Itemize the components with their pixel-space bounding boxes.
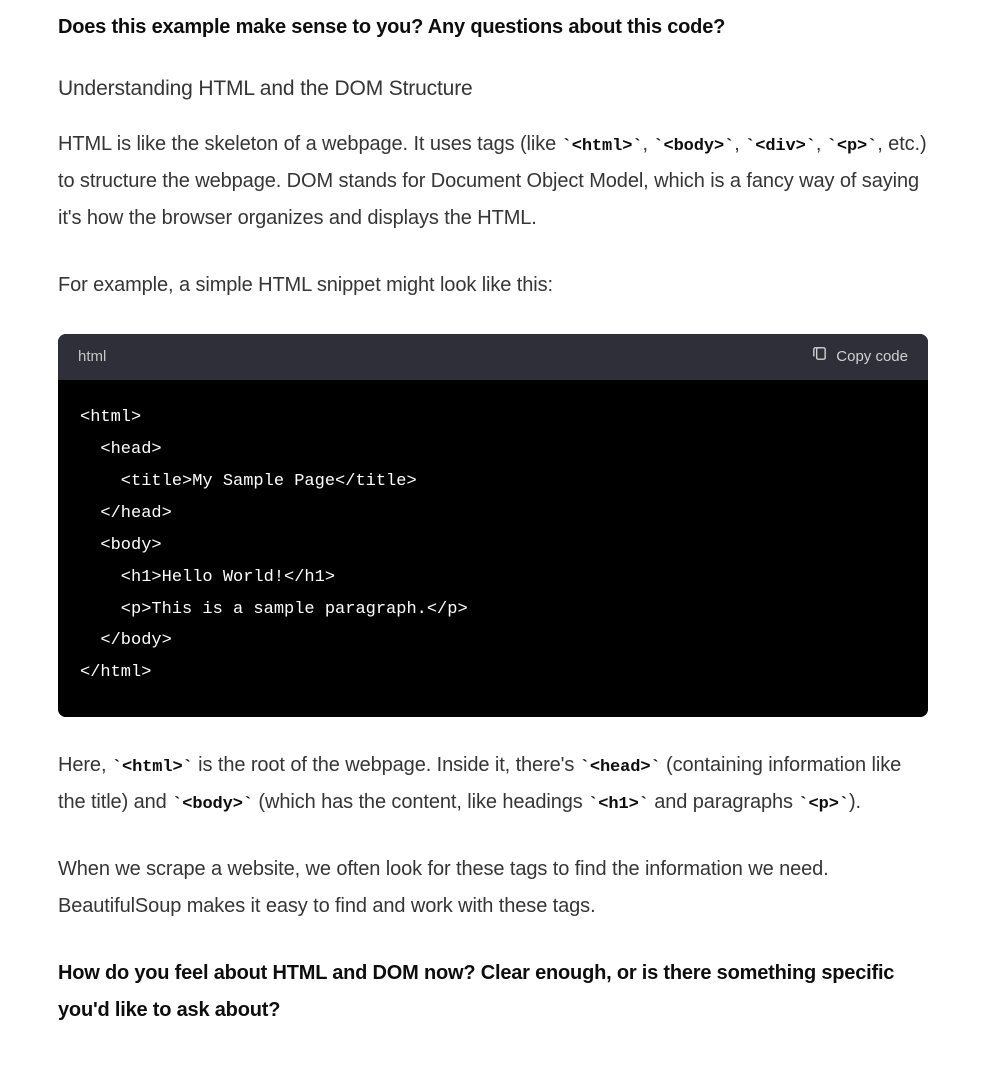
- code-language-label: html: [78, 345, 106, 368]
- inline-code-p: `<p>`: [798, 795, 849, 814]
- inline-code-html: `<html>`: [562, 137, 643, 156]
- comma: ,: [734, 133, 745, 155]
- code-block: html Copy code <html> <head> <title>My S…: [58, 334, 928, 718]
- para3-e: and paragraphs: [649, 791, 799, 813]
- code-block-content: <html> <head> <title>My Sample Page</tit…: [58, 380, 928, 718]
- paragraph-2: For example, a simple HTML snippet might…: [58, 267, 928, 304]
- section-subheading: Understanding HTML and the DOM Structure: [58, 73, 928, 106]
- inline-code-head: `<head>`: [580, 758, 661, 777]
- clipboard-icon: [811, 345, 828, 369]
- para3-a: Here,: [58, 754, 112, 776]
- inline-code-body: `<body>`: [653, 137, 734, 156]
- paragraph-1: HTML is like the skeleton of a webpage. …: [58, 126, 928, 237]
- inline-code-h1: `<h1>`: [588, 795, 649, 814]
- para1-prefix: HTML is like the skeleton of a webpage. …: [58, 133, 562, 155]
- para3-d: (which has the content, like headings: [253, 791, 588, 813]
- para3-b: is the root of the webpage. Inside it, t…: [193, 754, 580, 776]
- comma: ,: [816, 133, 827, 155]
- paragraph-3: Here, `<html>` is the root of the webpag…: [58, 747, 928, 821]
- para3-f: ).: [849, 791, 861, 813]
- inline-code-p: `<p>`: [827, 137, 878, 156]
- copy-code-button[interactable]: Copy code: [811, 345, 908, 369]
- intro-question: Does this example make sense to you? Any…: [58, 12, 928, 43]
- inline-code-div: `<div>`: [745, 137, 816, 156]
- code-block-header: html Copy code: [58, 334, 928, 380]
- inline-code-html: `<html>`: [112, 758, 193, 777]
- paragraph-4: When we scrape a website, we often look …: [58, 851, 928, 925]
- copy-code-label: Copy code: [836, 345, 908, 368]
- comma: ,: [642, 133, 653, 155]
- inline-code-body: `<body>`: [172, 795, 253, 814]
- closing-question: How do you feel about HTML and DOM now? …: [58, 955, 928, 1029]
